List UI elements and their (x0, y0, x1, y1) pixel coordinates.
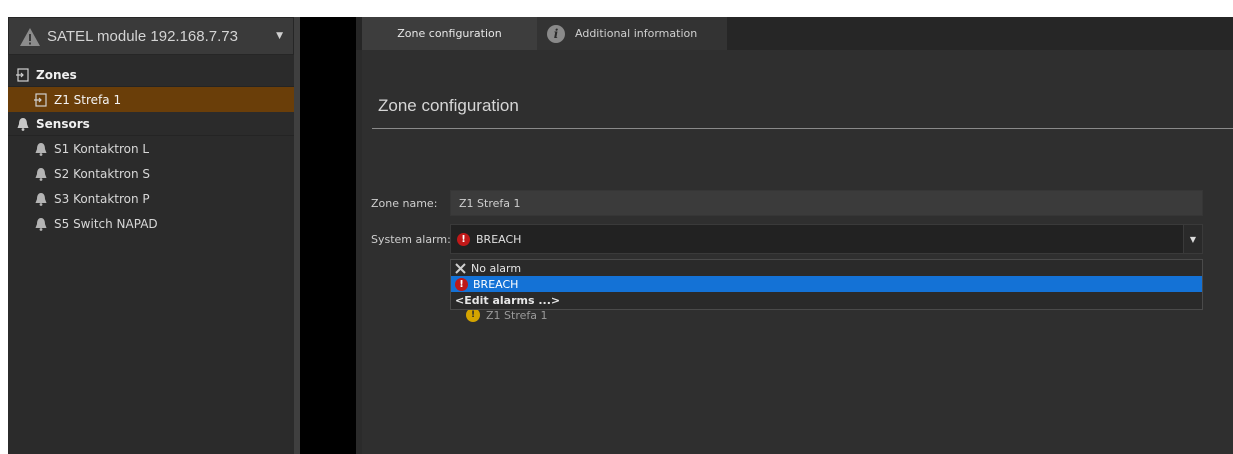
tab-additional-information[interactable]: i Additional information (537, 17, 727, 50)
warning-yellow-icon: ! (466, 308, 480, 322)
system-alarm-select[interactable]: ! BREACH ▼ (450, 224, 1203, 254)
tab-label: Additional information (575, 27, 698, 40)
tree-header-label: Sensors (36, 116, 90, 131)
content-area: Zone configuration Zone name: Z1 Strefa … (362, 50, 1233, 454)
tree-header-label: Zones (36, 67, 77, 82)
option-label: BREACH (473, 277, 519, 291)
alarm-red-icon: ! (457, 232, 470, 246)
tab-zone-configuration[interactable]: Zone configuration (362, 17, 537, 50)
zone-name-value: Z1 Strefa 1 (459, 196, 521, 210)
dropdown-option-edit-alarms[interactable]: <Edit alarms ...> (451, 292, 1202, 308)
device-selector[interactable]: SATEL module 192.168.7.73 ▼ (8, 17, 294, 55)
system-alarm-label: System alarm: (371, 233, 451, 246)
chevron-down-icon[interactable]: ▼ (276, 31, 283, 41)
zone-icon (34, 92, 48, 107)
object-tree: Zones Z1 Strefa 1 Sensors S1 Kontaktron … (8, 63, 294, 236)
left-panel: SATEL module 192.168.7.73 ▼ Zones Z1 Str… (8, 17, 294, 454)
zone-name-field[interactable]: Z1 Strefa 1 (450, 190, 1203, 216)
bell-icon (34, 167, 48, 181)
device-title: SATEL module 192.168.7.73 (47, 27, 238, 45)
tree-item-sensor[interactable]: S5 Switch NAPAD (8, 211, 294, 236)
page-title: Zone configuration (378, 96, 519, 115)
option-label: No alarm (471, 261, 522, 275)
bell-icon (34, 142, 48, 156)
tree-header-sensors[interactable]: Sensors (8, 112, 294, 136)
info-icon: i (547, 24, 565, 43)
bell-icon (16, 117, 30, 131)
option-label: <Edit alarms ...> (455, 293, 561, 307)
divider (372, 128, 1233, 129)
zone-icon (16, 67, 30, 82)
tree-item-sensor[interactable]: S1 Kontaktron L (8, 136, 294, 161)
bell-icon (34, 217, 48, 231)
ghost-zone-item: ! Z1 Strefa 1 (466, 308, 547, 322)
system-alarm-dropdown: No alarm ! BREACH <Edit alarms ...> (450, 259, 1203, 310)
system-alarm-value: BREACH (476, 232, 522, 246)
dropdown-option-no-alarm[interactable]: No alarm (451, 260, 1202, 276)
dropdown-option-breach[interactable]: ! BREACH (451, 276, 1202, 292)
tree-item-zone-z1[interactable]: Z1 Strefa 1 (8, 87, 294, 112)
ghost-label: Z1 Strefa 1 (486, 308, 548, 322)
tree-item-sensor[interactable]: S2 Kontaktron S (8, 161, 294, 186)
x-icon (455, 262, 466, 274)
zone-name-label: Zone name: (371, 197, 438, 210)
bell-icon (34, 192, 48, 206)
tab-label: Zone configuration (397, 27, 502, 40)
alarm-red-icon: ! (455, 277, 468, 291)
chevron-down-icon[interactable]: ▼ (1183, 225, 1202, 253)
tree-item-label: Z1 Strefa 1 (54, 92, 122, 107)
panel-gap (300, 17, 356, 454)
tree-item-label: S1 Kontaktron L (54, 141, 150, 156)
right-panel: Zone configuration i Additional informat… (356, 17, 1233, 454)
tree-header-zones[interactable]: Zones (8, 63, 294, 87)
tree-item-label: S3 Kontaktron P (54, 191, 150, 206)
tab-bar: Zone configuration i Additional informat… (356, 17, 1233, 50)
tree-item-sensor[interactable]: S3 Kontaktron P (8, 186, 294, 211)
tree-item-label: S2 Kontaktron S (54, 166, 151, 181)
warning-icon (17, 25, 43, 47)
tree-item-label: S5 Switch NAPAD (54, 216, 158, 231)
